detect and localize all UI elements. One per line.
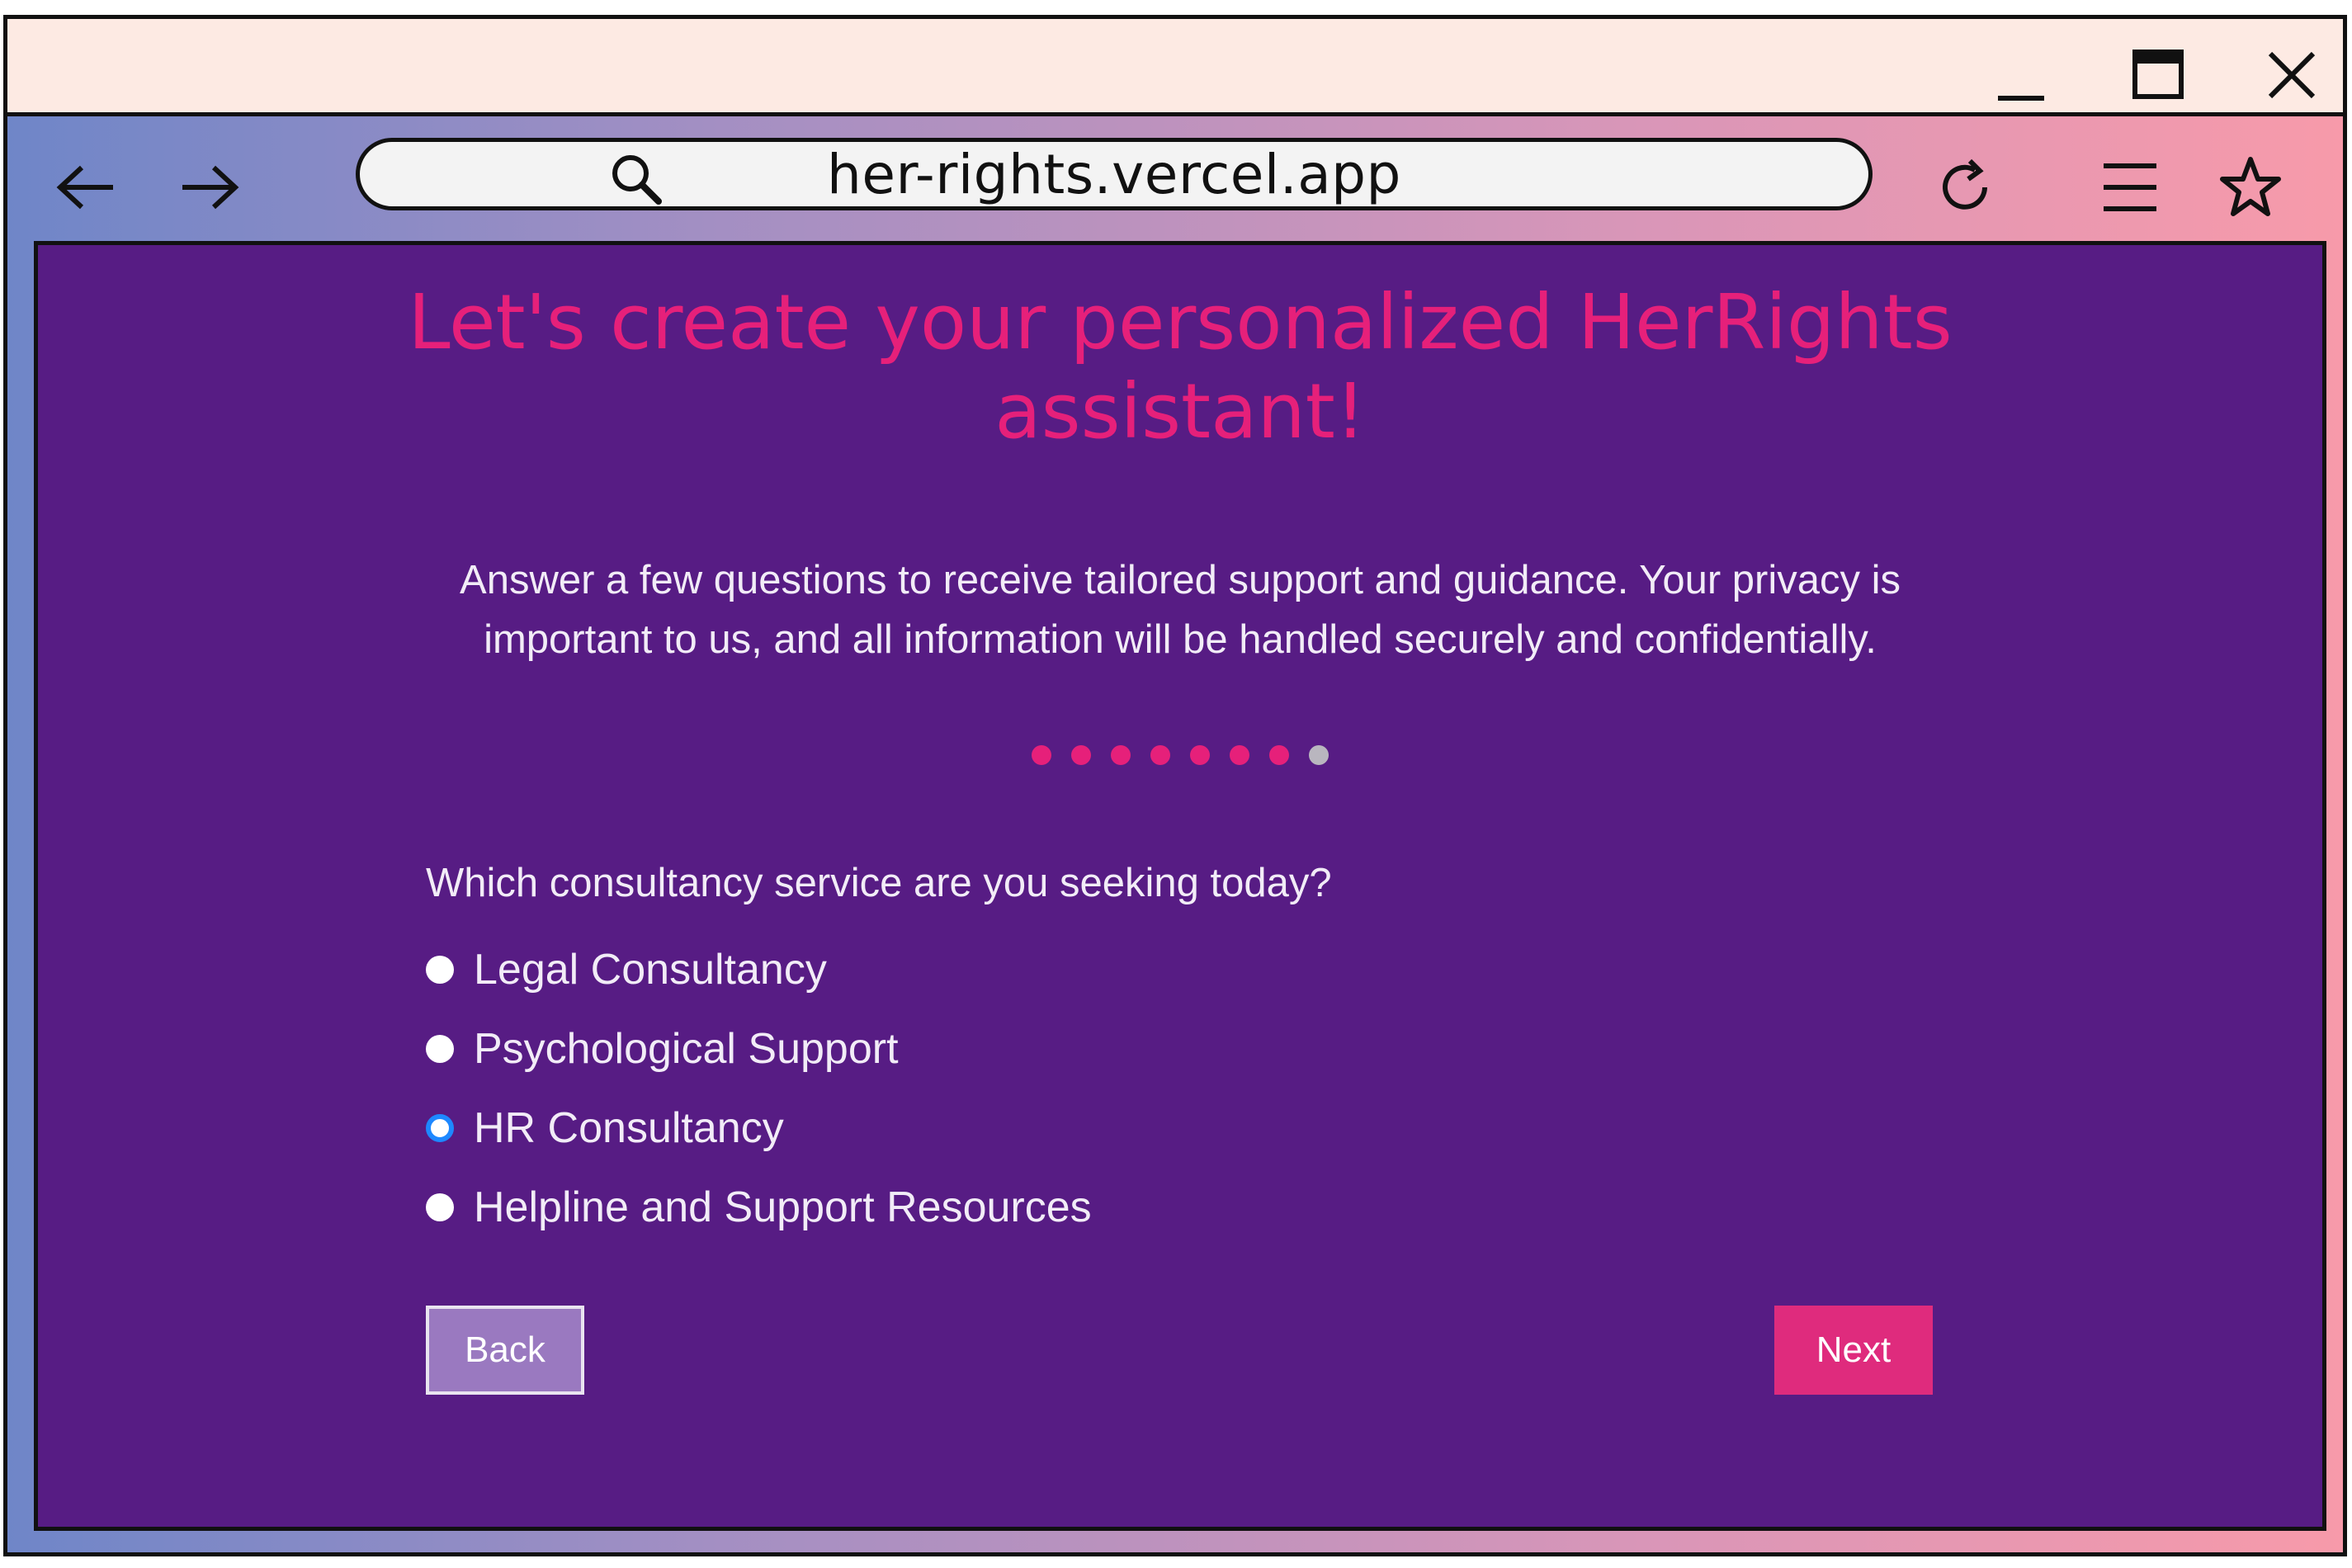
progress-dot [1230,745,1249,765]
option-legal-consultancy[interactable]: Legal Consultancy [426,945,827,994]
progress-dot [1111,745,1131,765]
progress-dot [1269,745,1289,765]
progress-dot [1150,745,1170,765]
reload-icon[interactable] [1932,154,1998,220]
title-bar [7,19,2343,116]
forward-arrow-icon[interactable] [176,154,242,220]
maximize-icon[interactable] [2127,42,2193,108]
radio-button[interactable] [426,956,454,984]
address-bar[interactable]: her-rights.vercel.app [356,138,1873,210]
question-text: Which consultancy service are you seekin… [426,861,1332,905]
radio-button-selected[interactable] [426,1114,454,1142]
progress-dot [1032,745,1051,765]
url-text: her-rights.vercel.app [827,142,1401,206]
page-content: Let's create your personalized HerRights… [34,241,2326,1531]
option-helpline-support[interactable]: Helpline and Support Resources [426,1183,1092,1232]
progress-dot [1071,745,1091,765]
browser-window: her-rights.vercel.app Let's create your … [3,15,2347,1556]
next-button[interactable]: Next [1774,1306,1933,1395]
back-arrow-icon[interactable] [54,154,120,220]
close-icon[interactable] [2259,42,2325,108]
radio-button[interactable] [426,1035,454,1063]
option-psychological-support[interactable]: Psychological Support [426,1024,899,1074]
progress-dot-current [1309,745,1329,765]
minimize-icon[interactable] [1988,42,2054,108]
option-label: Psychological Support [474,1025,899,1073]
browser-toolbar: her-rights.vercel.app Let's create your … [7,116,2343,1552]
star-icon[interactable] [2217,154,2284,220]
option-label: HR Consultancy [474,1104,784,1152]
page-title: Let's create your personalized HerRights… [408,278,1953,456]
progress-dots [38,745,2322,765]
option-label: Helpline and Support Resources [474,1183,1092,1231]
back-button[interactable]: Back [426,1306,584,1395]
option-label: Legal Consultancy [474,946,827,994]
menu-icon[interactable] [2097,154,2163,220]
option-hr-consultancy[interactable]: HR Consultancy [426,1103,784,1153]
progress-dot [1190,745,1210,765]
page-subtitle: Answer a few questions to receive tailor… [460,558,1901,662]
radio-button[interactable] [426,1193,454,1221]
